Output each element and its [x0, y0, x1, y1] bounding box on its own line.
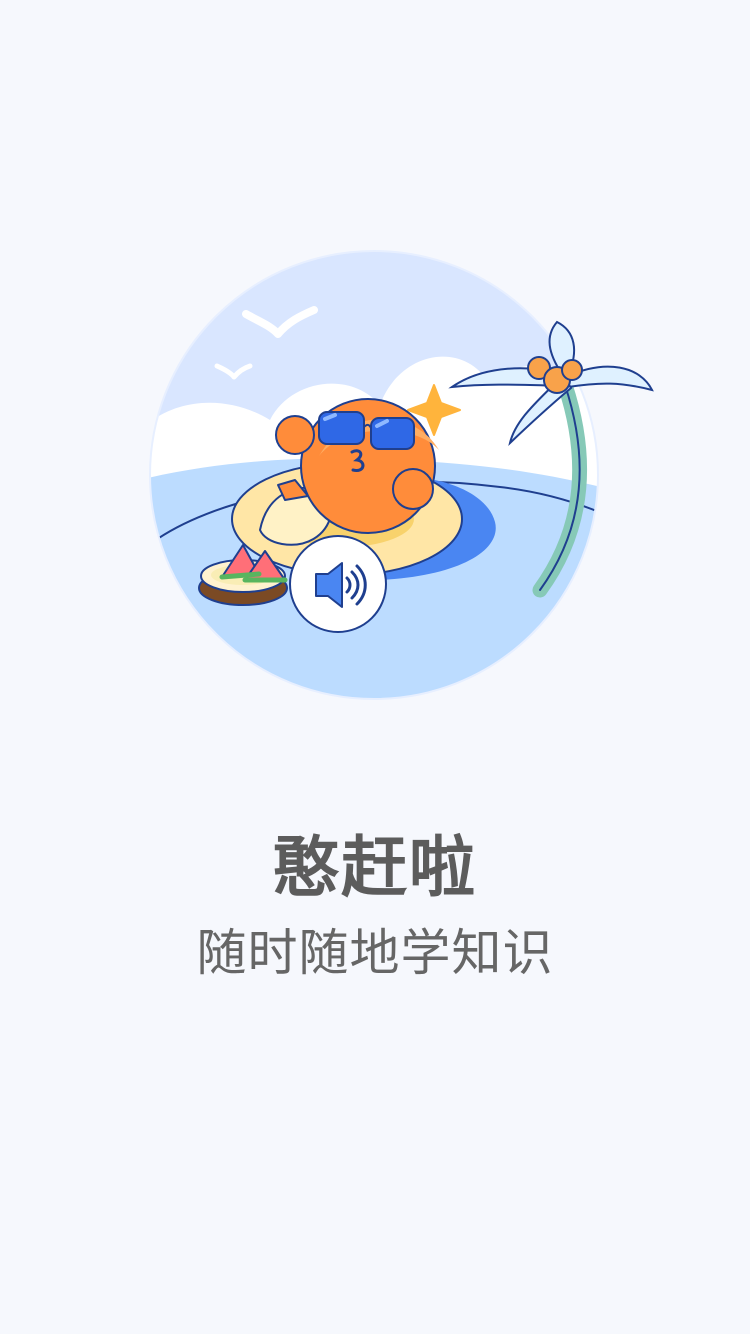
beach-mascot-illustration [149, 250, 654, 700]
speaker-icon [315, 562, 367, 608]
mascot-illustration [120, 230, 680, 730]
splash-screen: 憨赶啦 随时随地学知识 [0, 0, 750, 1334]
app-slogan: 随时随地学知识 [196, 924, 554, 982]
sound-button[interactable] [289, 535, 387, 633]
app-title: 憨赶啦 [273, 829, 477, 906]
